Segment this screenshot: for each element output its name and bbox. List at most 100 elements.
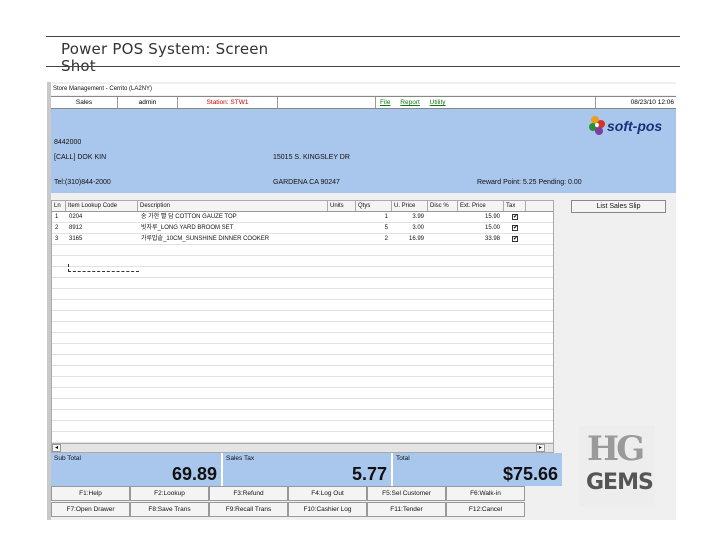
cell-ln: 1 xyxy=(55,214,59,220)
blank-field xyxy=(278,97,376,108)
cell-ln: 2 xyxy=(55,225,59,231)
cell-code: 0204 xyxy=(69,214,83,220)
col-disc[interactable]: Disc % xyxy=(428,201,458,211)
cell-desc: 빗자루_LONG YARD BROOM SET xyxy=(141,225,234,231)
datetime-field: 08/23/10 12:06 xyxy=(630,99,674,106)
grid-row-line xyxy=(52,310,553,311)
tax-checkbox[interactable]: ✔ xyxy=(512,214,518,220)
col-units[interactable]: Units xyxy=(328,201,356,211)
sales-tax-box: Sales Tax 5.77 xyxy=(223,453,393,486)
col-qtys[interactable]: Qtys xyxy=(356,201,392,211)
list-sales-slip-button[interactable]: List Sales Slip xyxy=(571,200,666,213)
cell-desc: 가루밥솥_10CM_SUNSHINE DINNER COOKER xyxy=(141,236,270,242)
function-key-bar: F1:Help F2:Lookup F3:Refund F4:Log Out F5:Se… xyxy=(51,486,562,518)
table-row[interactable]: 1 0204 송 가한 빨 담 COTTON GAUZE TOP 1 3.99 15.90… xyxy=(52,212,553,223)
fkey-button[interactable]: F4:Log Out xyxy=(288,486,367,501)
fkey-button[interactable]: F3:Refund xyxy=(209,486,288,501)
table-row[interactable]: 2 8912 빗자루_LONG YARD BROOM SET 5 3.00 15.00 ✔ xyxy=(52,223,553,234)
gems-logo-text: GEMS xyxy=(586,470,654,495)
fkey-button[interactable]: F7:Open Drawer xyxy=(51,502,130,517)
customer-panel: 8442000 [CALL] DOK KIN 15015 S. KINGSLEY… xyxy=(51,109,676,193)
fkey-button[interactable]: F9:Recall Trans xyxy=(209,502,288,517)
cell-ext: 33.98 xyxy=(484,236,500,242)
total-value: $75.66 xyxy=(502,464,558,484)
grid-row-line xyxy=(52,409,553,410)
cell-qty: 2 xyxy=(384,236,388,242)
fkey-button[interactable]: F2:Lookup xyxy=(130,486,209,501)
customer-phone: Tel:(310)844-2000 xyxy=(54,179,111,186)
station-field: Station: STW1 xyxy=(178,97,278,108)
tax-checkbox[interactable]: ✔ xyxy=(512,236,518,242)
cell-units xyxy=(331,234,356,245)
fkey-button[interactable]: F11:Tender xyxy=(367,502,446,517)
fkey-button[interactable]: F8:Save Trans xyxy=(130,502,209,517)
totals-bar: Sub Total 69.89 Sales Tax 5.77 Total $75… xyxy=(51,453,562,486)
fkey-button[interactable]: F1:Help xyxy=(51,486,130,501)
grid-row-line xyxy=(52,431,553,432)
total-box: Total $75.66 xyxy=(393,453,562,486)
cell-price: 3.00 xyxy=(412,225,424,231)
col-desc[interactable]: Description xyxy=(138,201,328,211)
cell-price: 16.99 xyxy=(408,236,424,242)
customer-id: 8442000 xyxy=(54,139,82,146)
logo-text: soft-pos xyxy=(607,118,663,134)
col-ext[interactable]: Ext. Price xyxy=(458,201,504,211)
subtotal-value: 69.89 xyxy=(171,464,217,484)
pos-screenshot: Store Management - Cerrito (LA2NY) Sales… xyxy=(47,82,676,520)
total-label: Total xyxy=(396,455,410,462)
grid-row-line xyxy=(52,299,553,300)
menu-report[interactable]: Report xyxy=(400,99,420,106)
grid-row-line xyxy=(52,332,553,333)
col-tax[interactable]: Tax xyxy=(504,201,526,211)
grid-row-line xyxy=(52,277,553,278)
grid-row-line xyxy=(52,376,553,377)
cell-disc xyxy=(428,234,456,245)
cell-qty: 5 xyxy=(384,225,388,231)
grid-row-line xyxy=(52,321,553,322)
reward-points: Reward Point: 5.25 Pending: 0.00 xyxy=(477,179,582,186)
cell-desc: 송 가한 빨 담 COTTON GAUZE TOP xyxy=(141,214,237,220)
fkey-button[interactable]: F12:Cancel xyxy=(446,502,525,517)
cell-price: 3.99 xyxy=(412,214,424,220)
col-code[interactable]: Item Lookup Code xyxy=(66,201,138,211)
sales-tax-value: 5.77 xyxy=(351,464,387,484)
hg-gems-logo: HG GEMS xyxy=(579,426,655,506)
tax-checkbox[interactable]: ✔ xyxy=(512,225,518,231)
window-titlebar: Store Management - Cerrito (LA2NY) xyxy=(51,84,676,95)
fkey-button[interactable]: F10:Cashier Log xyxy=(288,502,367,517)
flower-logo-icon xyxy=(589,116,605,135)
grid-row-line xyxy=(52,365,553,366)
grid-horizontal-scrollbar[interactable]: ◂ ▸ xyxy=(51,443,554,453)
slide-top-rule xyxy=(46,36,680,37)
customer-address1: 15015 S. KINGSLEY DR xyxy=(273,154,350,161)
fkey-button[interactable]: F5:Sel Customer xyxy=(367,486,446,501)
menu-file[interactable]: File xyxy=(380,99,390,106)
sales-item-grid[interactable]: Ln Item Lookup Code Description Units Qt… xyxy=(51,200,554,452)
menu-utility[interactable]: Utility xyxy=(430,99,446,106)
grid-row-line xyxy=(52,343,553,344)
grid-header: Ln Item Lookup Code Description Units Qt… xyxy=(52,201,553,212)
cell-code: 3165 xyxy=(69,236,83,242)
status-menu-bar: Sales admin Station: STW1 File Report Ut… xyxy=(51,96,676,109)
cell-ext: 15.90 xyxy=(484,214,500,220)
col-uprice[interactable]: U. Price xyxy=(392,201,428,211)
grid-row-line xyxy=(52,255,553,256)
scroll-left-button[interactable]: ◂ xyxy=(52,444,61,452)
cell-qty: 1 xyxy=(384,214,388,220)
cell-ext: 15.00 xyxy=(484,225,500,231)
scroll-right-button[interactable]: ▸ xyxy=(536,444,545,452)
slide-title-rule xyxy=(46,66,680,67)
col-ln[interactable]: Ln xyxy=(52,201,66,211)
cell-units xyxy=(331,223,356,234)
cell-units xyxy=(331,212,356,223)
subtotal-box: Sub Total 69.89 xyxy=(51,453,223,486)
user-field: admin xyxy=(118,97,178,108)
grid-row-line xyxy=(52,354,553,355)
grid-row-line xyxy=(52,288,553,289)
subtotal-label: Sub Total xyxy=(54,455,81,462)
focus-rectangle xyxy=(68,264,139,272)
customer-address2: GARDENA CA 90247 xyxy=(273,179,340,186)
soft-pos-logo: soft-pos xyxy=(587,114,676,142)
fkey-button[interactable]: F6:Walk-in xyxy=(446,486,525,501)
table-row[interactable]: 3 3165 가루밥솥_10CM_SUNSHINE DINNER COOKER 2 16… xyxy=(52,234,553,245)
